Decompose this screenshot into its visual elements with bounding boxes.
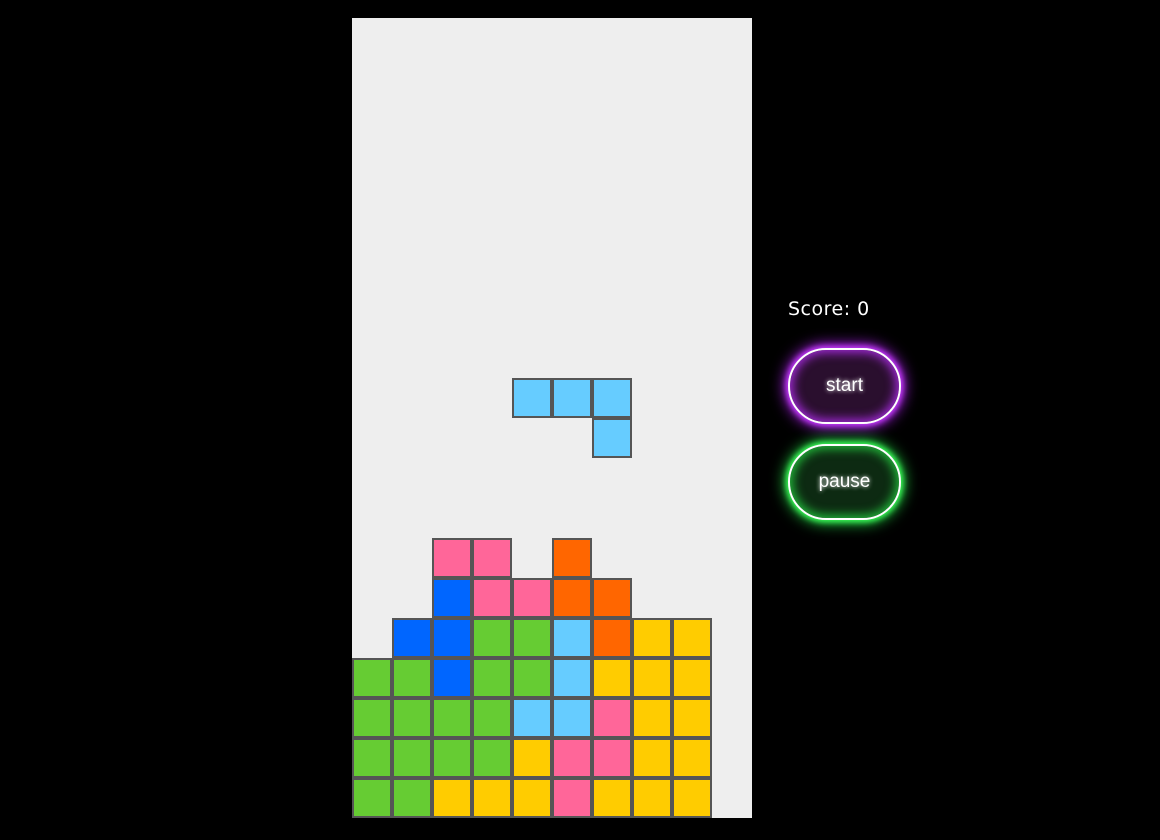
board-grid bbox=[352, 378, 712, 818]
settled-block bbox=[432, 658, 472, 698]
active-piece-block bbox=[592, 418, 632, 458]
settled-block bbox=[552, 658, 592, 698]
settled-block bbox=[552, 738, 592, 778]
pause-button-label: pause bbox=[818, 471, 871, 492]
settled-block bbox=[392, 618, 432, 658]
settled-block bbox=[352, 778, 392, 818]
settled-block bbox=[392, 698, 432, 738]
settled-block bbox=[472, 658, 512, 698]
settled-block bbox=[672, 658, 712, 698]
settled-block bbox=[552, 698, 592, 738]
settled-block bbox=[632, 658, 672, 698]
settled-block bbox=[632, 698, 672, 738]
settled-block bbox=[352, 698, 392, 738]
settled-block bbox=[472, 618, 512, 658]
settled-block bbox=[472, 698, 512, 738]
settled-block bbox=[472, 738, 512, 778]
settled-block bbox=[392, 778, 432, 818]
settled-block bbox=[672, 698, 712, 738]
settled-block bbox=[592, 698, 632, 738]
settled-block bbox=[432, 618, 472, 658]
settled-block bbox=[472, 578, 512, 618]
start-button-label: start bbox=[826, 375, 863, 396]
active-piece-block bbox=[552, 378, 592, 418]
settled-block bbox=[512, 778, 552, 818]
settled-block bbox=[592, 658, 632, 698]
settled-block bbox=[672, 778, 712, 818]
settled-block bbox=[432, 538, 472, 578]
settled-block bbox=[592, 738, 632, 778]
settled-block bbox=[632, 618, 672, 658]
settled-block bbox=[392, 658, 432, 698]
score-display: Score: 0 bbox=[788, 298, 870, 320]
settled-block bbox=[512, 578, 552, 618]
settled-block bbox=[352, 658, 392, 698]
settled-block bbox=[432, 738, 472, 778]
pause-button[interactable]: pause bbox=[788, 444, 901, 520]
game-board[interactable] bbox=[352, 18, 752, 818]
settled-block bbox=[592, 618, 632, 658]
settled-block bbox=[512, 658, 552, 698]
game-screen: Score: 0 start pause bbox=[0, 0, 1160, 840]
settled-block bbox=[552, 578, 592, 618]
active-piece-block bbox=[592, 378, 632, 418]
start-button[interactable]: start bbox=[788, 348, 901, 424]
settled-block bbox=[672, 738, 712, 778]
settled-block bbox=[352, 738, 392, 778]
settled-block bbox=[512, 698, 552, 738]
settled-block bbox=[432, 698, 472, 738]
settled-block bbox=[512, 618, 552, 658]
settled-block bbox=[552, 778, 592, 818]
settled-block bbox=[472, 778, 512, 818]
settled-block bbox=[592, 778, 632, 818]
settled-block bbox=[592, 578, 632, 618]
settled-block bbox=[432, 778, 472, 818]
settled-block bbox=[552, 618, 592, 658]
settled-block bbox=[512, 738, 552, 778]
settled-block bbox=[392, 738, 432, 778]
settled-block bbox=[632, 738, 672, 778]
settled-block bbox=[432, 578, 472, 618]
settled-block bbox=[472, 538, 512, 578]
settled-block bbox=[672, 618, 712, 658]
settled-block bbox=[632, 778, 672, 818]
settled-block bbox=[552, 538, 592, 578]
active-piece-block bbox=[512, 378, 552, 418]
